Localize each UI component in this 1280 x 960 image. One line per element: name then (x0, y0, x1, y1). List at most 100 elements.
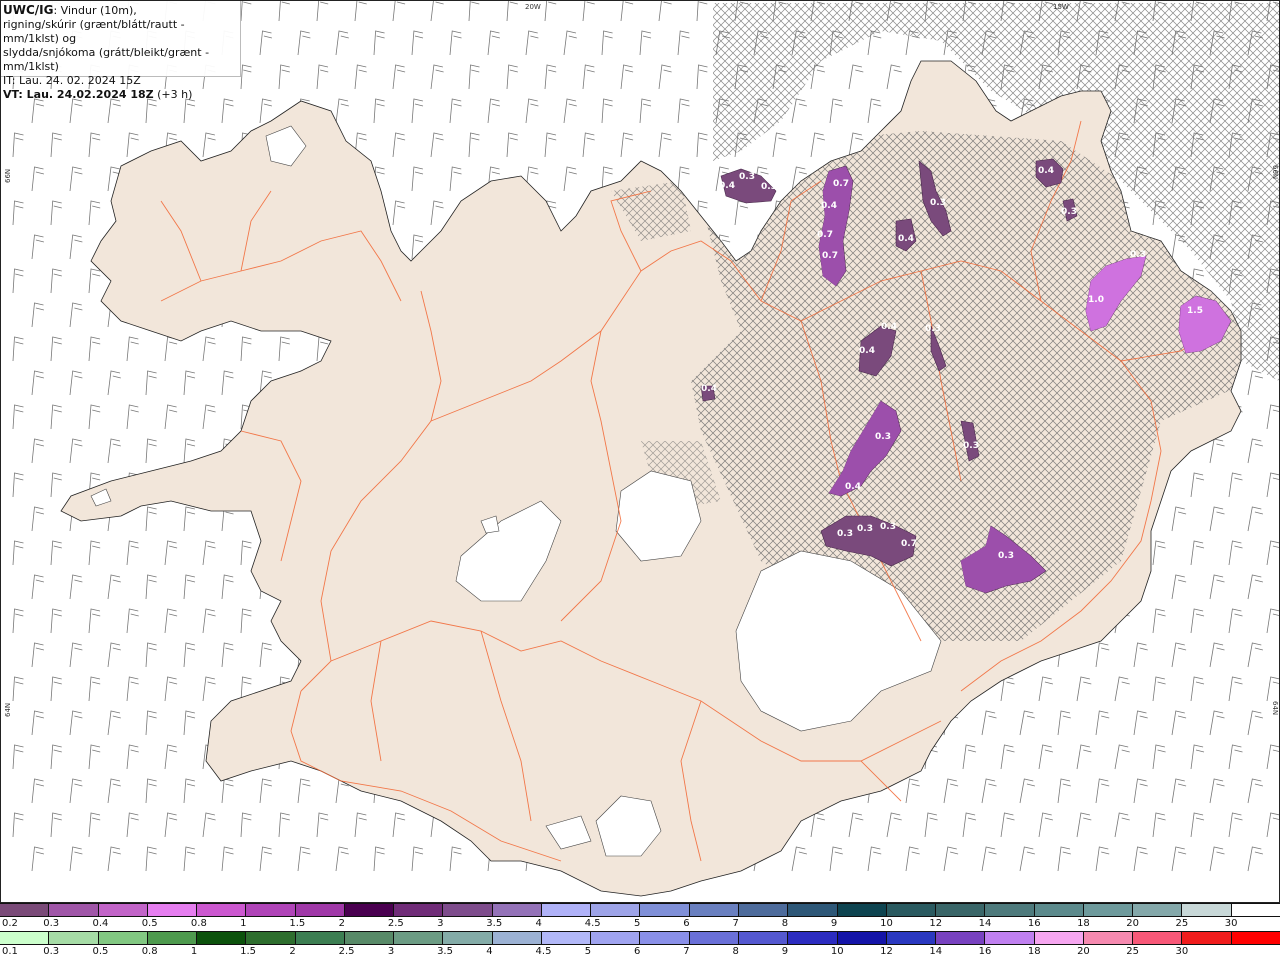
wind-barb (1152, 812, 1166, 838)
wind-barb (392, 64, 406, 90)
wind-barb (183, 98, 196, 124)
colorbar-swatch (591, 932, 641, 944)
grid-label-right-64n: 64N (1271, 701, 1279, 716)
colorbar-swatch (788, 932, 838, 944)
colorbar-tick-label: 3 (387, 946, 395, 957)
wind-barb (145, 370, 157, 396)
wind-barb (1247, 642, 1263, 668)
wind-barb (392, 200, 406, 226)
colorbar-swatch (1133, 904, 1183, 916)
wind-barb (696, 132, 708, 158)
wind-barb (411, 846, 424, 872)
colorbar-swatch (147, 932, 198, 944)
wind-barb (202, 812, 216, 838)
wind-barb (1266, 608, 1279, 634)
wind-barb (1171, 642, 1187, 668)
wind-barb (962, 744, 977, 770)
wind-barb (1266, 404, 1279, 430)
wind-barb (164, 812, 178, 838)
wind-barb (69, 438, 83, 464)
precip-value-label: 0.3 (880, 522, 896, 532)
grid-label-20w: 20W (525, 3, 541, 11)
colorbar-tick-label: 10 (880, 918, 893, 929)
wind-barb (278, 64, 290, 90)
wind-barb (563, 98, 577, 124)
colorbar-tick-label: 0.4 (92, 918, 109, 929)
wind-barb (848, 64, 864, 90)
wind-barb (1190, 540, 1205, 566)
wind-barb (1171, 574, 1187, 600)
wind-barb (1247, 778, 1263, 804)
colorbar-tick-label: 2 (338, 918, 345, 929)
wind-barb (1247, 574, 1263, 600)
colorbar-swatch (541, 904, 592, 916)
wind-barb (12, 676, 24, 702)
wind-barb (430, 64, 444, 90)
colorbar-swatch (394, 904, 444, 916)
colorbar-swatch (689, 904, 739, 916)
wind-barb (392, 812, 406, 838)
colorbar-tick-label: 7 (732, 918, 739, 929)
wind-barb (468, 132, 480, 158)
wind-barb (240, 812, 252, 838)
wind-barb (1095, 710, 1110, 736)
wind-barb (183, 710, 196, 736)
wind-barb (430, 200, 444, 226)
wind-barb (69, 574, 83, 600)
colorbar-tick-label: 0.5 (141, 918, 158, 929)
colorbar-swatch (738, 904, 789, 916)
header-desc1: : Vindur (10m), (53, 4, 137, 17)
colorbar-swatch (837, 904, 887, 916)
wind-barb (734, 200, 749, 226)
wind-barb (69, 234, 83, 260)
wind-barb (107, 98, 121, 124)
rain-colorbar (0, 931, 1280, 945)
wind-barb (1228, 812, 1243, 838)
wind-barb (1171, 778, 1187, 804)
wind-barb (924, 812, 938, 838)
wind-barb (601, 30, 613, 56)
wind-barb (1095, 778, 1110, 804)
colorbar-swatch (788, 904, 838, 916)
wind-barb (335, 846, 349, 872)
wind-barb (335, 98, 349, 124)
wind-barb (50, 812, 62, 838)
colorbar-swatch (344, 932, 395, 944)
precip-value-label: 0.4 (1038, 166, 1054, 176)
wind-barb (867, 846, 882, 872)
snow-colorbar-labels: 0.2 0.3 0.4 0.5 0.8 1 1.5 2 2.5 3 3.5 4 4.5 5 6 7 8 9 10 12… (0, 918, 1280, 930)
colorbar-tick-label: 25 (1126, 946, 1140, 957)
colorbar-swatch (197, 904, 247, 916)
wind-barb (50, 744, 62, 770)
wind-barb (202, 132, 216, 158)
wind-barb (31, 302, 44, 328)
wind-barb (145, 642, 157, 668)
rain-colorbar-labels: 0.1 0.3 0.5 0.8 1 1.5 2 2.5 3 3.5 4 4.5 5 6 7 8 9 10 12 14 1… (0, 946, 1280, 958)
weather-map[interactable]: 0.4 0.3 0.3 0.7 0.4 0.7 0.7 0.3 0.4 0.4 0.3 1.0 0.3 1… (0, 0, 1280, 903)
wind-barb (582, 132, 595, 158)
colorbar-tick-label: 14 (978, 918, 992, 929)
colorbar-tick-label: 18 (1077, 918, 1090, 929)
wind-barb (1114, 812, 1130, 838)
colorbar-swatch (1034, 904, 1084, 916)
colorbar-swatch (1231, 904, 1280, 916)
wind-barb (202, 608, 216, 634)
wind-barb (31, 506, 44, 532)
wind-barb (259, 778, 272, 804)
wind-barb (639, 30, 652, 56)
wind-barb (31, 234, 44, 260)
wind-barb (563, 166, 577, 192)
wind-barb (525, 30, 539, 56)
wind-barb (278, 1, 290, 22)
wind-barb (145, 98, 157, 124)
precip-value-label: 0.7 (833, 179, 849, 189)
colorbar-swatch (0, 932, 50, 944)
wind-barb (145, 778, 157, 804)
colorbar-tick-label: 5 (634, 918, 641, 929)
wind-barb (449, 846, 462, 872)
wind-barb (1000, 812, 1015, 838)
colorbar-tick-label: 0.3 (43, 946, 60, 957)
colorbar-swatch (197, 932, 247, 944)
colorbar-swatch (541, 932, 592, 944)
wind-barb (88, 540, 101, 566)
